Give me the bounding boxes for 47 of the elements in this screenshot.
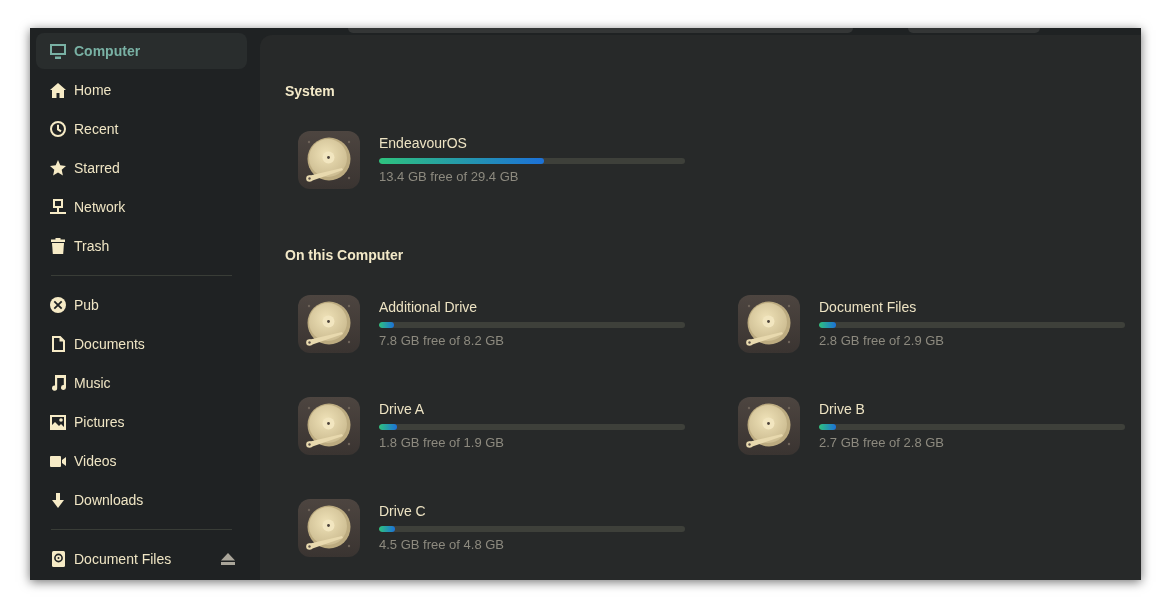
eject-button[interactable] (221, 553, 235, 565)
drive-name: EndeavourOS (379, 135, 468, 152)
hard-drive-icon (298, 499, 360, 557)
sidebar-item[interactable]: Documents (36, 326, 247, 362)
eject-icon (221, 553, 235, 565)
sidebar-item[interactable]: Recent (36, 111, 247, 147)
sidebar-item[interactable]: Music (36, 365, 247, 401)
monitor-icon (50, 43, 66, 59)
sidebar-item[interactable]: Home (36, 72, 247, 108)
drive-name: Drive C (379, 503, 427, 520)
document-icon (51, 336, 65, 352)
circle-cross-icon (50, 297, 66, 313)
music-note-icon (50, 375, 66, 391)
image-icon (50, 414, 66, 430)
sidebar-item[interactable]: Downloads (36, 482, 247, 518)
network-computer-icon (50, 199, 66, 215)
drive-usage-text: 2.7 GB free of 2.8 GB (819, 435, 945, 451)
star-icon (50, 160, 66, 176)
hard-drive-icon (298, 295, 360, 353)
sidebar-item[interactable]: Network (36, 189, 247, 225)
hard-drive-icon (738, 295, 800, 353)
sidebar-item[interactable]: Document Files (36, 541, 247, 577)
drive-usage-text: 4.5 GB free of 4.8 GB (379, 537, 505, 553)
drive-name: Drive A (379, 401, 426, 418)
sidebar-item[interactable]: Computer (36, 33, 247, 69)
hard-drive-icon (298, 397, 360, 455)
drive-usage-text: 1.8 GB free of 1.9 GB (379, 435, 505, 451)
clock-icon (50, 121, 66, 137)
sidebar-item[interactable]: Pub (36, 287, 247, 323)
drive-name: Drive B (819, 401, 866, 418)
down-arrow-icon (52, 492, 64, 508)
section-heading: On this Computer (285, 247, 405, 264)
sidebar-item[interactable]: Starred (36, 150, 247, 186)
hard-drive-icon (738, 397, 800, 455)
drive-name: Document Files (819, 299, 918, 316)
section-heading: System (285, 83, 336, 100)
hard-drive-icon (298, 131, 360, 189)
drive-usage-text: 7.8 GB free of 8.2 GB (379, 333, 505, 349)
drive-usage-text: 13.4 GB free of 29.4 GB (379, 169, 520, 185)
sidebar-item[interactable]: Trash (36, 228, 247, 264)
drive-name: Additional Drive (379, 299, 479, 316)
sidebar-item[interactable]: Videos (36, 443, 247, 479)
sidebar-item[interactable]: Pictures (36, 404, 247, 440)
video-camera-icon (50, 455, 66, 467)
home-icon (50, 82, 66, 98)
drive-usage-text: 2.8 GB free of 2.9 GB (819, 333, 945, 349)
trash-icon (51, 238, 65, 254)
